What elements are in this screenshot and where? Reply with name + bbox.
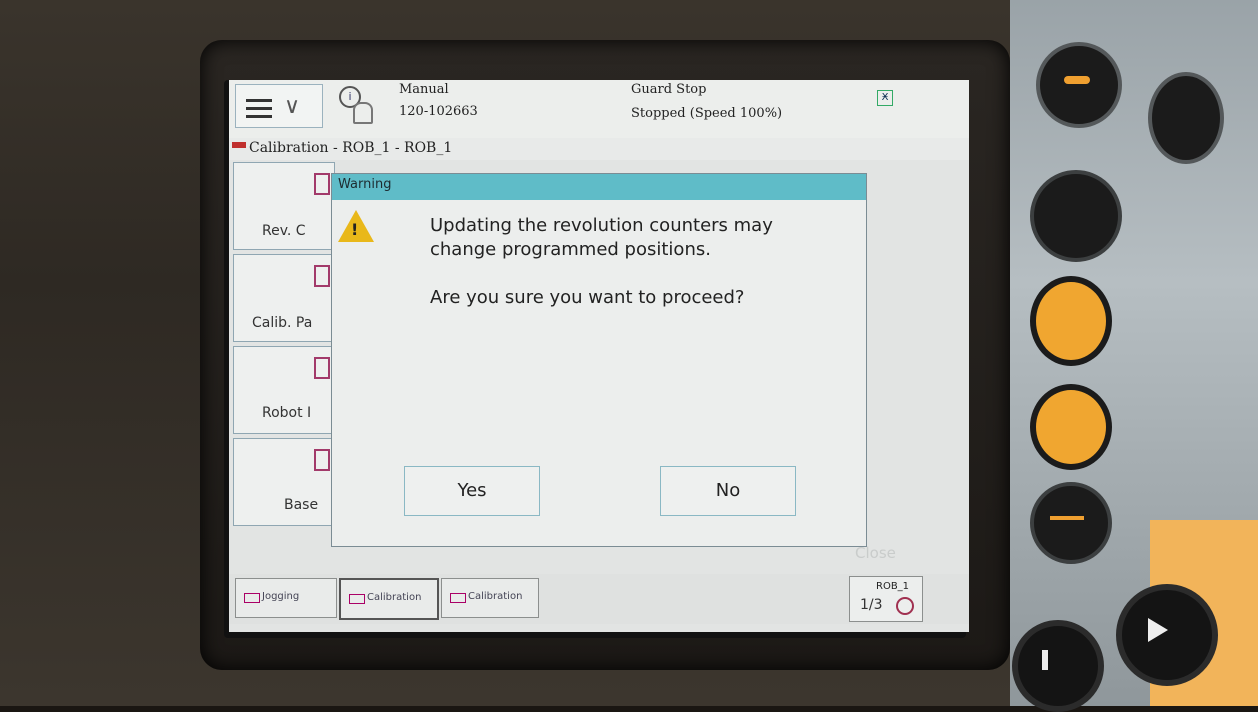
dialog-title-bar: Warning — [332, 174, 866, 200]
message-line: change programmed positions. — [430, 239, 711, 260]
touch-screen: ∨ i Manual 120-102663 Guard Stop Stopped… — [229, 80, 969, 632]
breadcrumb-text: Calibration - ROB_1 - ROB_1 — [249, 140, 453, 156]
quickset-robot-button[interactable]: ROB_1 1/3 — [849, 576, 923, 622]
controller-id: 120-102663 — [399, 104, 478, 119]
chevron-down-icon: ∨ — [284, 94, 301, 119]
hw-key-menu[interactable] — [1148, 72, 1224, 164]
no-button[interactable]: No — [660, 466, 796, 516]
tab-jogging[interactable]: Jogging — [235, 578, 337, 618]
yes-button[interactable]: Yes — [404, 466, 540, 516]
dialog-question: Are you sure you want to proceed? — [430, 287, 745, 308]
play-icon — [1148, 618, 1168, 642]
calib-parameters-icon — [314, 265, 330, 287]
tab-calibration-active[interactable]: Calibration — [339, 578, 439, 620]
tab-label: Calibration — [468, 591, 523, 602]
rev-counter-icon — [314, 173, 330, 195]
hw-key-step-back[interactable] — [1012, 620, 1104, 712]
hw-key-dash[interactable] — [1030, 482, 1112, 564]
dash-icon — [1050, 516, 1084, 520]
task-fraction: 1/3 — [860, 597, 883, 613]
taskbar: Jogging Calibration Calibration ROB_1 1/… — [229, 574, 969, 624]
warning-dialog: Warning ! Updating the revolution counte… — [331, 173, 867, 547]
tab-calibration[interactable]: Calibration — [441, 578, 539, 618]
nav-item-label: Base — [284, 497, 319, 513]
nav-item-label: Robot I — [262, 405, 312, 421]
jogging-icon — [244, 593, 260, 603]
hw-key-mechanical-unit[interactable] — [1030, 170, 1122, 262]
quickset-icon[interactable]: Ӿ — [877, 90, 893, 106]
tab-label: Jogging — [262, 591, 300, 602]
event-log-icon[interactable]: i — [337, 86, 377, 126]
hamburger-icon — [246, 99, 272, 118]
status-detail: Stopped (Speed 100%) — [631, 106, 783, 121]
calibration-icon — [349, 594, 365, 604]
dialog-message: Updating the revolution counters may cha… — [430, 214, 850, 310]
status-title: Guard Stop — [631, 82, 707, 97]
warning-exclamation: ! — [351, 220, 359, 239]
hw-key-minus[interactable] — [1036, 42, 1122, 128]
breadcrumb: Calibration - ROB_1 - ROB_1 — [229, 138, 969, 160]
calibration-icon — [232, 142, 246, 148]
dialog-title: Warning — [338, 177, 392, 192]
base-frame-icon — [314, 449, 330, 471]
step-back-icon — [1042, 650, 1048, 670]
operating-mode: Manual — [399, 82, 449, 97]
nav-item-base-frame[interactable]: Base — [233, 438, 335, 526]
message-line: Updating the revolution counters may — [430, 215, 773, 236]
tab-label: Calibration — [367, 592, 422, 603]
nav-item-label: Rev. C — [262, 223, 306, 239]
flexpendant-device: ∨ i Manual 120-102663 Guard Stop Stopped… — [0, 0, 1258, 712]
status-bar: ∨ i Manual 120-102663 Guard Stop Stopped… — [229, 80, 969, 138]
main-menu-button[interactable]: ∨ — [235, 84, 323, 128]
nav-item-robot-memory[interactable]: Robot I — [233, 346, 335, 434]
minus-icon — [1064, 76, 1090, 84]
nav-item-calib-parameters[interactable]: Calib. Pa — [233, 254, 335, 342]
calibration-icon — [450, 593, 466, 603]
hw-key-motion-mode[interactable] — [1030, 276, 1112, 366]
robot-name: ROB_1 — [876, 581, 910, 592]
robot-memory-icon — [314, 357, 330, 379]
nav-item-rev-counters[interactable]: Rev. C — [233, 162, 335, 250]
nav-item-label: Calib. Pa — [252, 315, 313, 331]
robot-speed-icon — [896, 597, 914, 615]
hw-key-increment[interactable] — [1030, 384, 1112, 470]
